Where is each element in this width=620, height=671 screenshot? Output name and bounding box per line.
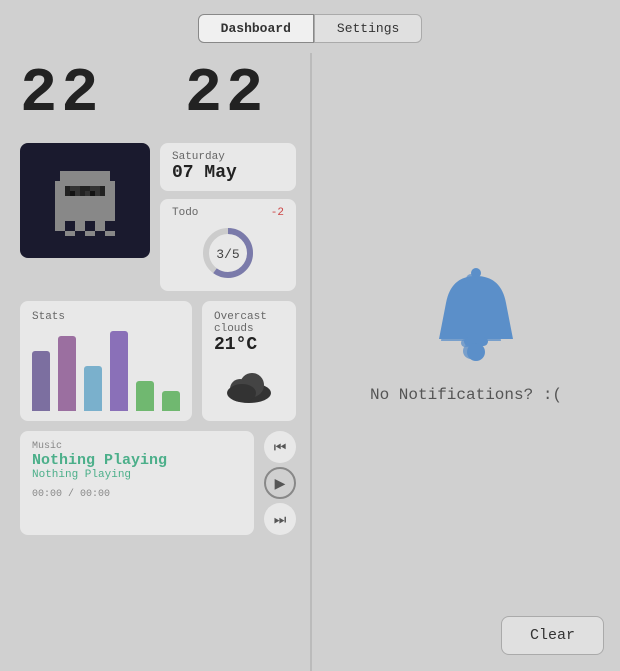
weather-card: Overcast clouds 21°C (202, 301, 296, 421)
avatar-card (20, 143, 150, 258)
bars-container (32, 331, 180, 411)
clock-minutes: 22 (185, 58, 267, 129)
bar-1 (32, 351, 50, 411)
bell-icon (406, 261, 526, 361)
weather-icon-area (214, 365, 284, 405)
day-name: Saturday (172, 151, 284, 163)
todo-header: Todo -2 (172, 207, 284, 219)
bar-6 (162, 391, 180, 411)
next-button[interactable]: ⏭ (264, 503, 296, 535)
music-title: Nothing Playing (32, 452, 242, 469)
svg-text:3/5: 3/5 (216, 247, 239, 262)
ghost-icon (45, 161, 125, 241)
play-button[interactable]: ▶ (264, 467, 296, 499)
stats-label: Stats (32, 311, 180, 323)
tab-dashboard[interactable]: Dashboard (198, 14, 314, 43)
bar-2 (58, 336, 76, 411)
music-time: 00:00 / 00:00 (32, 489, 242, 500)
music-card: Music Nothing Playing Nothing Playing 00… (20, 431, 254, 535)
date-value: 07 May (172, 163, 284, 183)
clock-display: 22 22 (20, 53, 296, 133)
music-row: Music Nothing Playing Nothing Playing 00… (20, 431, 296, 535)
main-container: 22 22 (0, 53, 620, 671)
tab-settings[interactable]: Settings (314, 14, 422, 43)
right-cards: Saturday 07 May Todo -2 3/5 (160, 143, 296, 291)
stats-weather-row: Stats Overcast clouds 21°C (20, 301, 296, 421)
todo-count: -2 (271, 207, 284, 219)
todo-card: Todo -2 3/5 (160, 199, 296, 291)
todo-donut: 3/5 (172, 223, 284, 283)
weather-temp: 21°C (214, 335, 284, 355)
music-tag: Music (32, 441, 242, 452)
clear-button[interactable]: Clear (501, 616, 604, 655)
clock-hours: 22 (20, 58, 102, 129)
notification-icon-area (406, 261, 526, 366)
right-panel: No Notifications? :( Clear (312, 53, 620, 671)
no-notifications-text: No Notifications? :( (370, 386, 562, 404)
weather-label: Overcast clouds (214, 311, 284, 335)
music-controls: ⏮ ▶ ⏭ (264, 431, 296, 535)
bar-5 (136, 381, 154, 411)
todo-label: Todo (172, 207, 198, 219)
bar-4 (110, 331, 128, 411)
stats-card: Stats (20, 301, 192, 421)
top-row: Saturday 07 May Todo -2 3/5 (20, 143, 296, 291)
music-subtitle: Nothing Playing (32, 469, 242, 481)
prev-button[interactable]: ⏮ (264, 431, 296, 463)
date-card: Saturday 07 May (160, 143, 296, 191)
left-panel: 22 22 (0, 53, 310, 671)
bar-3 (84, 366, 102, 411)
cloud-icon (222, 365, 277, 405)
top-nav: Dashboard Settings (0, 0, 620, 53)
donut-chart: 3/5 (198, 223, 258, 283)
